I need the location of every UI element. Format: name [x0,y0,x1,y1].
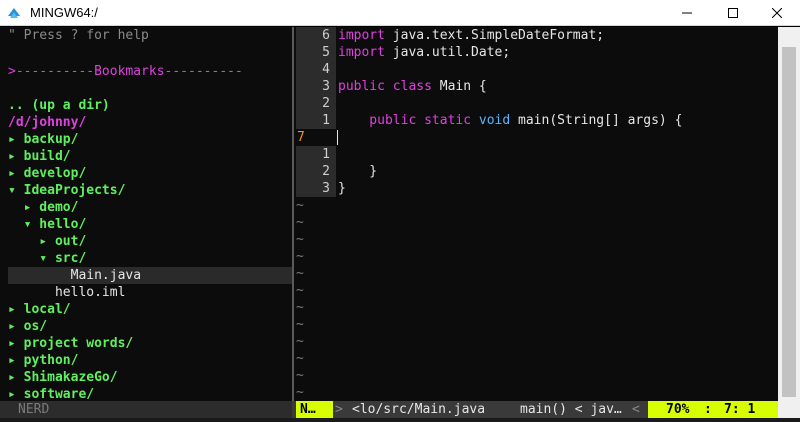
terminal-area[interactable]: " Press ? for help >----------Bookmarks-… [0,27,800,422]
empty-line-marker: ~ [296,368,304,383]
line-number-gutter: 6 5 4 3 2 1 1 2 3 [296,27,336,197]
nerdtree-status: NERD [0,401,292,418]
line-number: 1 [322,147,330,162]
tree-item-main-java[interactable]: Main.java [8,267,292,284]
up-a-dir-link[interactable]: .. (up a dir) [8,97,110,114]
mode-indicator: N… [296,401,333,418]
line-number: 6 [322,28,330,43]
line-number: 2 [322,96,330,111]
code-line[interactable]: public static void main(String[] args) { [338,112,682,129]
empty-line-marker: ~ [296,232,304,247]
code-line[interactable]: import java.text.SimpleDateFormat; [338,27,604,44]
line-number: 3 [322,79,330,94]
line-number: 4 [322,62,330,77]
status-separator: > [335,402,343,417]
tree-item-develop[interactable]: ▸ develop/ [8,165,86,182]
line-number: 5 [322,45,330,60]
close-icon [772,8,782,18]
tree-item-hello[interactable]: ▾ hello/ [8,216,87,233]
mingw-app-icon [8,8,20,18]
tree-item-local[interactable]: ▸ local/ [8,301,71,318]
text-cursor [337,130,338,145]
tree-item-demo[interactable]: ▸ demo/ [8,199,79,216]
title-bar[interactable]: MINGW64:/ [0,0,800,26]
window-title: MINGW64:/ [30,5,98,20]
tree-item-project-words[interactable]: ▸ project words/ [8,335,133,352]
vertical-scrollbar[interactable] [778,27,800,418]
empty-line-marker: ~ [296,385,304,400]
line-number: 3 [322,181,330,196]
maximize-icon [728,8,738,18]
tree-root[interactable]: /d/johnny/ [8,114,86,131]
code-keyword: public class [338,79,432,94]
scrollbar-thumb[interactable] [782,47,796,397]
code-keyword: public static [338,113,472,128]
status-line: NERD N… > <lo/src/Main.java main() < jav… [0,401,800,418]
code-text: Main { [431,79,487,94]
tree-item-shimakazego[interactable]: ▸ ShimakazeGo/ [8,369,118,386]
scroll-percent: 70% [666,402,690,417]
tree-item-build[interactable]: ▸ build/ [8,148,71,165]
bookmarks-header[interactable]: >----------Bookmarks---------- [8,63,243,80]
tree-item-hello-iml[interactable]: hello.iml [8,284,125,301]
code-type: void [471,113,511,128]
maximize-button[interactable] [710,0,756,26]
file-path: <lo/src/Main.java [352,402,486,417]
code-line[interactable]: } [338,163,377,180]
code-keyword: import [338,45,385,60]
close-button[interactable] [754,0,800,26]
position-separator: : [704,402,712,417]
code-line[interactable]: import java.util.Date; [338,44,510,61]
empty-line-marker: ~ [296,351,304,366]
help-text: " Press ? for help [8,28,149,43]
current-line-number: 7 [296,129,336,146]
tree-item-src[interactable]: ▾ src/ [8,250,86,267]
minimize-button[interactable] [664,0,710,26]
empty-line-marker: ~ [296,249,304,264]
cursor-position: 7: 1 [724,402,756,417]
status-separator: < [632,402,640,417]
empty-line-marker: ~ [296,317,304,332]
code-line[interactable]: } [338,180,346,197]
line-number: 2 [322,164,330,179]
empty-line-marker: ~ [296,300,304,315]
position-block: 70% : 7: 1 [648,401,778,418]
minimize-icon [682,12,692,14]
code-text: java.text.SimpleDateFormat; [384,28,605,43]
code-text: java.util.Date; [384,45,511,60]
code-text: main(String[] args) { [510,113,683,128]
empty-line-marker: ~ [296,334,304,349]
empty-line-marker: ~ [296,198,304,213]
empty-line-marker: ~ [296,215,304,230]
command-line[interactable] [0,418,800,422]
tree-item-os[interactable]: ▸ os/ [8,318,47,335]
code-line[interactable]: public class Main { [338,78,487,95]
line-number: 1 [322,113,330,128]
code-keyword: import [338,28,385,43]
tree-item-ideaprojects[interactable]: ▾ IdeaProjects/ [8,182,125,199]
empty-line-marker: ~ [296,266,304,281]
tree-item-python[interactable]: ▸ python/ [8,352,78,369]
function-context: main() < jav… [520,402,622,417]
tree-item-out[interactable]: ▸ out/ [8,233,86,250]
split-divider[interactable] [292,27,294,401]
empty-line-marker: ~ [296,283,304,298]
tree-item-backup[interactable]: ▸ backup/ [8,131,78,148]
